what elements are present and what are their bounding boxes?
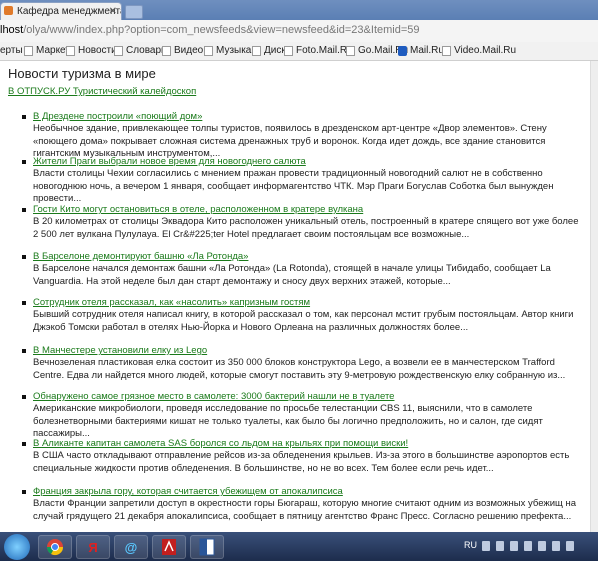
sound-icon[interactable] [566,541,574,551]
battery-icon[interactable] [552,541,560,551]
news-title-link[interactable]: Гости Кито могут остановиться в отеле, р… [33,204,363,215]
url-text[interactable]: lhost/olya/www/index.php?option=com_news… [0,24,420,36]
pdf-reader-icon[interactable] [152,535,186,559]
bullet-icon [22,160,26,164]
news-summary: В 20 километрах от столицы Эквадора Кито… [33,216,579,240]
folder-icon [284,45,293,56]
system-tray: RU [458,532,598,561]
feed-source-link[interactable]: В ОТПУСК.РУ Туристический калейдоскоп [8,86,196,97]
bookmark-item[interactable]: Новости [66,45,117,56]
close-tab-icon[interactable]: ✕ [109,3,117,20]
news-title-link[interactable]: Сотрудник отеля рассказал, как «насолить… [33,297,310,308]
bullet-icon [22,395,26,399]
news-title-link[interactable]: Обнаружено самое грязное место в самолет… [33,391,394,402]
folder-icon [114,45,123,56]
news-title-link[interactable]: В Манчестере установили елку из Lego [33,345,207,356]
bullet-icon [22,301,26,305]
news-summary: Власти Франции запретили доступ в окрест… [33,498,577,522]
bookmark-item[interactable]: Foto.Mail.Ru [284,45,353,56]
news-summary: В Барселоне начался демонтаж башни «Ла Р… [33,263,551,287]
bookmark-item[interactable]: ерты [0,45,23,56]
news-summary: В США часто откладывают отправление рейс… [33,450,570,474]
folder-icon [24,45,33,56]
bullet-icon [22,442,26,446]
address-bar[interactable]: lhost/olya/www/index.php?option=com_news… [0,20,598,43]
news-summary: Американские микробиологи, проведя иссле… [33,403,543,439]
news-title-link[interactable]: В Дрездене построили «поющий дом» [33,111,202,122]
page-content: Новости туризма в мире В ОТПУСК.РУ Турис… [0,61,590,532]
news-title-link[interactable]: В Аликанте капитан самолета SAS боролся … [33,438,408,449]
volume-icon[interactable] [524,541,532,551]
bookmark-item[interactable]: Словари [114,45,167,56]
news-title-link[interactable]: Жители Праги выбрали новое время для нов… [33,156,306,167]
tray-app-icon[interactable] [496,541,504,551]
bullet-icon [22,115,26,119]
bullet-icon [22,255,26,259]
vertical-scrollbar[interactable] [590,61,598,532]
folder-icon [66,45,75,56]
folder-icon [204,45,213,56]
bookmark-item[interactable]: Маркет [24,45,70,56]
url-host: lhost [0,24,24,36]
news-summary: Власти столицы Чехии согласились с мнени… [33,168,554,204]
folder-icon [252,45,261,56]
folder-icon [162,45,171,56]
bookmark-item[interactable]: Video.Mail.Ru [442,45,516,56]
bookmark-item[interactable]: Диск [252,45,286,56]
folder-icon [346,45,355,56]
browser-tab[interactable]: Кафедра менеджмента т ✕ [0,2,122,20]
mail-agent-icon[interactable]: @ [114,535,148,559]
windows-taskbar: Я @ RU [0,532,598,561]
news-title-link[interactable]: В Барселоне демонтируют башню «Ла Ротонд… [33,251,248,262]
news-summary: Вечнозеленая пластиковая елка состоит из… [33,357,566,381]
help-icon[interactable] [482,541,490,551]
news-summary: Необычное здание, привлекающее толпы тур… [33,123,547,159]
bookmark-item[interactable]: Видео [162,45,203,56]
bookmark-item[interactable]: Музыка [204,45,251,56]
bookmarks-bar: ерты Маркет Новости Словари Видео Музыка… [0,42,598,61]
chrome-icon[interactable] [38,535,72,559]
browser-tab-strip: Кафедра менеджмента т ✕ [0,0,598,20]
language-indicator[interactable]: RU [464,540,477,550]
news-title-link[interactable]: Франция закрыла гору, которая считается … [33,486,343,497]
bullet-icon [22,349,26,353]
mail-icon [398,45,407,56]
network-icon[interactable] [510,541,518,551]
bookmark-item[interactable]: Mail.Ru [398,45,444,56]
bullet-icon [22,490,26,494]
bullet-icon [22,208,26,212]
start-button[interactable] [4,534,30,560]
new-tab-button[interactable] [125,5,143,19]
yandex-browser-icon[interactable]: Я [76,535,110,559]
folder-icon [442,45,451,56]
url-path: /olya/www/index.php?option=com_newsfeeds… [23,24,420,36]
flag-icon[interactable] [538,541,546,551]
news-summary: Бывший сотрудник отеля написал книгу, в … [33,309,574,333]
page-title: Новости туризма в мире [8,66,156,81]
word-icon[interactable] [190,535,224,559]
tab-title: Кафедра менеджмента т [17,6,122,17]
site-favicon-icon [4,6,13,15]
